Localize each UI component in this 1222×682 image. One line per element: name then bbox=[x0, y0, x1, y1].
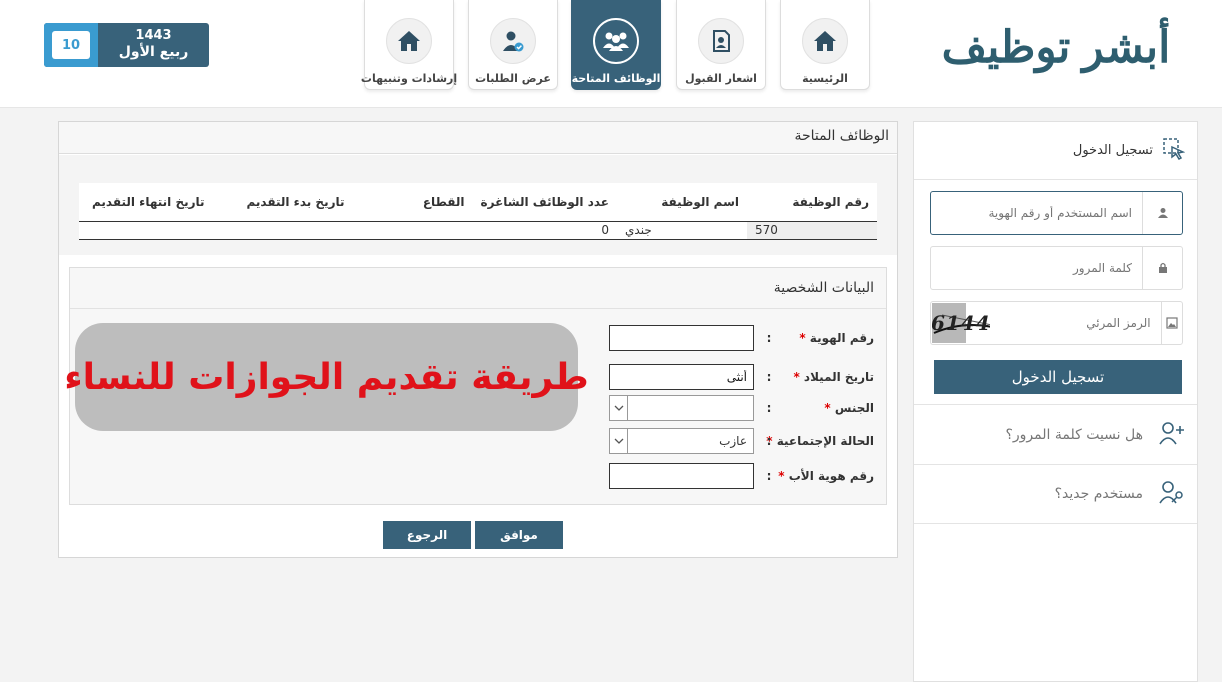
id-number-input[interactable] bbox=[609, 325, 754, 351]
date-month: ربيع الأول bbox=[118, 44, 189, 61]
date-text: 1443 ربيع الأول bbox=[98, 28, 209, 62]
absher-tawzif-logo[interactable]: أبشر توظيف bbox=[942, 10, 1173, 86]
section-divider bbox=[70, 308, 886, 309]
panel-title: الوظائف المتاحة bbox=[59, 122, 897, 154]
nav-available-jobs-label: الوظائف المتاحة bbox=[571, 72, 661, 85]
marital-status-select[interactable]: عازب bbox=[609, 428, 754, 454]
captcha-input[interactable] bbox=[990, 302, 1161, 344]
captcha-image: 6144 bbox=[932, 303, 990, 343]
back-button[interactable]: الرجوع bbox=[383, 521, 471, 549]
people-group-icon bbox=[593, 18, 639, 64]
login-title: تسجيل الدخول bbox=[1072, 143, 1153, 158]
date-year: 1443 bbox=[135, 28, 172, 44]
username-field[interactable] bbox=[930, 191, 1183, 235]
login-button[interactable]: تسجيل الدخول bbox=[934, 360, 1182, 394]
jobs-table: رقم الوظيفة اسم الوظيفة عدد الوظائف الشا… bbox=[79, 183, 877, 240]
date-day-box: 10 bbox=[44, 23, 98, 67]
personal-data-title: البيانات الشخصية bbox=[773, 280, 874, 296]
field-row-father-id: رقم هوية الأب * : bbox=[609, 463, 874, 489]
nav-acceptance-notice[interactable]: اشعار القبول bbox=[676, 0, 766, 90]
nav-guidelines[interactable]: إرشادات وتنبيهات bbox=[360, 0, 458, 90]
nav-acceptance-label: اشعار القبول bbox=[685, 72, 757, 85]
cell-job-number: 570 bbox=[747, 221, 877, 240]
add-user-icon bbox=[1159, 421, 1185, 449]
acceptance-notice-icon bbox=[698, 18, 744, 64]
date-day: 10 bbox=[52, 31, 90, 59]
image-icon bbox=[1160, 302, 1182, 344]
col-sector: القطاع bbox=[352, 183, 473, 222]
nav-home-label: الرئيسية bbox=[802, 72, 848, 85]
birth-date-input[interactable] bbox=[609, 364, 754, 390]
gender-select[interactable] bbox=[609, 395, 754, 421]
forgot-password-link[interactable]: هل نسيت كلمة المرور؟ bbox=[914, 404, 1197, 464]
nav-guidelines-label: إرشادات وتنبيهات bbox=[360, 72, 458, 85]
field-row-id-number: رقم الهوية * : bbox=[609, 325, 874, 351]
birth-date-label: تاريخ الميلاد * bbox=[793, 370, 874, 384]
agree-button[interactable]: موافق bbox=[475, 521, 563, 549]
lock-icon bbox=[1142, 247, 1182, 289]
cursor-select-icon bbox=[1163, 137, 1186, 164]
login-sidebar: تسجيل الدخول 6144 تسجيل الدخول هل نسيت ك… bbox=[913, 121, 1198, 682]
col-start-date: تاريخ بدء التقديم bbox=[212, 183, 353, 222]
nav-available-jobs[interactable]: الوظائف المتاحة bbox=[571, 0, 661, 90]
marital-status-value: عازب bbox=[719, 434, 747, 448]
table-row[interactable]: 570 جندي 0 bbox=[79, 221, 877, 240]
cell-sector bbox=[352, 221, 473, 240]
cell-start-date bbox=[212, 221, 353, 240]
promo-banner: طريقة تقديم الجوازات للنساء bbox=[64, 323, 589, 431]
user-key-icon bbox=[1159, 480, 1185, 508]
forgot-password-text: هل نسيت كلمة المرور؟ bbox=[1005, 426, 1143, 443]
col-vacancies: عدد الوظائف الشاغرة bbox=[472, 183, 617, 222]
marital-status-label: الحالة الإجتماعية * bbox=[766, 434, 874, 448]
top-header: أبشر توظيف الرئيسية اشعار القبول الوظائف… bbox=[0, 0, 1222, 108]
chevron-down-icon bbox=[610, 429, 628, 453]
captcha-field[interactable]: 6144 bbox=[930, 301, 1183, 345]
promo-text: طريقة تقديم الجوازات للنساء bbox=[64, 356, 589, 398]
password-field[interactable] bbox=[930, 246, 1183, 290]
nav-view-requests[interactable]: عرض الطلبات bbox=[468, 0, 558, 90]
user-icon bbox=[1142, 192, 1182, 234]
login-header: تسجيل الدخول bbox=[914, 122, 1197, 180]
captcha-code: 6144 bbox=[932, 311, 990, 335]
user-check-icon bbox=[490, 18, 536, 64]
nav-view-requests-label: عرض الطلبات bbox=[475, 72, 551, 85]
field-row-gender: الجنس * : bbox=[609, 395, 874, 421]
home-icon bbox=[386, 18, 432, 64]
hijri-date-badge: 10 1443 ربيع الأول bbox=[44, 23, 209, 67]
field-row-marital-status: الحالة الإجتماعية * : عازب bbox=[609, 428, 874, 454]
nav-home[interactable]: الرئيسية bbox=[780, 0, 870, 90]
cell-job-name: جندي bbox=[617, 221, 747, 240]
id-number-label: رقم الهوية * bbox=[799, 331, 874, 345]
chevron-down-icon bbox=[610, 396, 628, 420]
field-row-birth-date: تاريخ الميلاد * : bbox=[609, 364, 874, 390]
col-job-name: اسم الوظيفة bbox=[617, 183, 747, 222]
col-job-number: رقم الوظيفة bbox=[747, 183, 877, 222]
father-id-input[interactable] bbox=[609, 463, 754, 489]
logo-text-tawzif: توظيف bbox=[941, 22, 1073, 73]
home-icon bbox=[802, 18, 848, 64]
jobs-table-area: رقم الوظيفة اسم الوظيفة عدد الوظائف الشا… bbox=[59, 155, 897, 255]
personal-data-section: البيانات الشخصية رقم الهوية * : تاريخ ال… bbox=[64, 267, 887, 505]
cell-end-date bbox=[79, 221, 213, 240]
new-user-link[interactable]: مستخدم جديد؟ bbox=[914, 464, 1197, 524]
gender-label: الجنس * bbox=[824, 401, 874, 415]
cell-vacancies: 0 bbox=[472, 221, 617, 240]
new-user-text: مستخدم جديد؟ bbox=[1054, 486, 1143, 502]
table-header-row: رقم الوظيفة اسم الوظيفة عدد الوظائف الشا… bbox=[79, 183, 877, 222]
available-jobs-panel: الوظائف المتاحة رقم الوظيفة اسم الوظيفة … bbox=[58, 121, 898, 558]
logo-text-absher: أبشر bbox=[1082, 22, 1172, 73]
password-input[interactable] bbox=[931, 247, 1142, 289]
username-input[interactable] bbox=[931, 192, 1142, 234]
col-end-date: تاريخ انتهاء التقديم bbox=[79, 183, 213, 222]
father-id-label: رقم هوية الأب * bbox=[778, 469, 874, 483]
